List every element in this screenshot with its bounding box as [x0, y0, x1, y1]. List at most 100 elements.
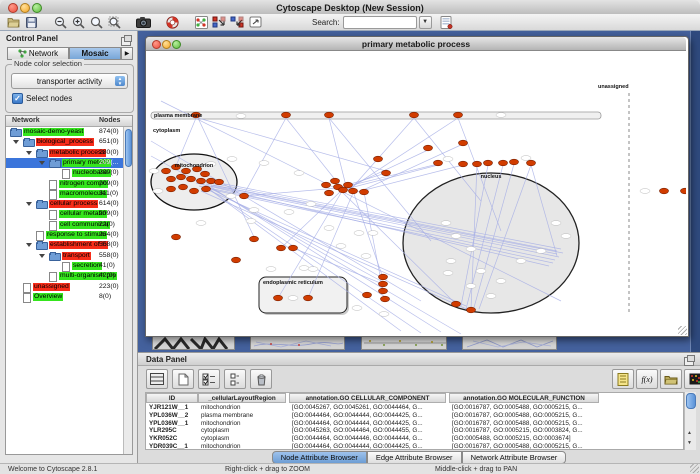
tree-scrollbar-thumb[interactable]	[125, 129, 132, 167]
table-scrollbar[interactable]: ▲ ▼	[684, 392, 696, 450]
help-lifering-icon[interactable]	[165, 15, 180, 29]
new-attribute-icon[interactable]	[172, 369, 194, 389]
graph-node[interactable]	[240, 193, 249, 199]
table-cell[interactable]: [GO:0016787, GO:0005488, GO:0005215, G..…	[452, 404, 598, 412]
background-window-fragment[interactable]	[462, 336, 557, 350]
table-cell[interactable]: [GO:0045263, GO:0044464, GO:0044455, G..…	[292, 427, 445, 435]
graph-node[interactable]	[381, 296, 390, 302]
table-cell[interactable]: YPL036W__2	[149, 412, 197, 420]
attribute-list-icon[interactable]	[612, 369, 634, 389]
graph-node[interactable]	[215, 179, 224, 185]
graph-node[interactable]	[177, 174, 186, 180]
tree-row-mosaic-demo-yeast[interactable]: mosaic-demo-yeast874(0)	[6, 127, 123, 137]
graph-node[interactable]	[197, 178, 206, 184]
table-cell[interactable]: cytoplasm	[201, 435, 285, 443]
background-window-fragment[interactable]	[361, 336, 447, 350]
float-panel-icon[interactable]	[684, 357, 694, 366]
select-nodes-checkbox[interactable]: ✓	[12, 93, 23, 104]
table-cell[interactable]: YDR039C__1	[149, 443, 197, 450]
tree-row-metabolic-process[interactable]: metabolic process280(0)	[6, 148, 123, 158]
graph-node[interactable]	[459, 140, 468, 146]
scroll-down-arrow-icon[interactable]: ▼	[687, 440, 692, 446]
graph-node[interactable]	[331, 178, 340, 184]
graph-node[interactable]	[289, 245, 298, 251]
graph-node[interactable]	[379, 274, 388, 280]
app-resize-grip[interactable]	[690, 464, 699, 473]
tree-row-cellular-process[interactable]: cellular process614(0)	[6, 199, 123, 209]
background-window-fragment[interactable]	[152, 336, 235, 350]
background-window-fragment[interactable]	[250, 336, 345, 350]
save-icon[interactable]	[24, 15, 39, 29]
graph-node[interactable]	[167, 176, 176, 182]
table-cell[interactable]: [GO:0044464, GO:0044444, GO:0044425, G..…	[292, 443, 445, 450]
graph-node[interactable]	[250, 236, 259, 242]
graph-node[interactable]	[379, 281, 388, 287]
window-titlebar[interactable]: Cytoscape Desktop (New Session)	[0, 0, 700, 15]
show-all-icon[interactable]	[230, 15, 245, 29]
graph-node[interactable]	[382, 170, 391, 176]
graph-node[interactable]	[232, 257, 241, 263]
graph-node[interactable]	[325, 190, 334, 196]
graph-node[interactable]	[360, 189, 369, 195]
table-cell[interactable]: YLR295C	[149, 427, 197, 435]
tree-row-primary-metabo[interactable]: primary metabo209(...	[6, 158, 123, 168]
table-cell[interactable]: YKR052C	[149, 435, 197, 443]
expand-arrow-icon[interactable]	[13, 140, 19, 144]
expand-arrow-icon[interactable]	[26, 202, 32, 206]
search-dropdown-arrow-icon[interactable]: ▼	[419, 16, 432, 29]
graph-node[interactable]	[282, 112, 291, 118]
graph-node[interactable]	[510, 159, 519, 165]
tree-header[interactable]: Network Nodes	[6, 116, 132, 127]
formula-builder-icon[interactable]: f(x)	[636, 369, 658, 389]
zoom-fit-icon[interactable]	[107, 15, 122, 29]
graph-node[interactable]	[172, 234, 181, 240]
graph-node[interactable]	[424, 145, 433, 151]
expand-arrow-icon[interactable]	[39, 161, 45, 165]
tree-scrollbar[interactable]	[123, 127, 132, 454]
open-icon[interactable]	[6, 15, 21, 29]
table-cell[interactable]: [GO:0044464, GO:0044444, GO:0044425, G..…	[292, 420, 445, 428]
column-header-region[interactable]: _cellularLayoutRegion	[198, 393, 286, 403]
table-scrollbar-thumb[interactable]	[686, 393, 696, 409]
table-cell[interactable]: [GO:0016787, GO:0005215, GO:0003824, G..…	[452, 427, 598, 435]
graph-node[interactable]	[187, 176, 196, 182]
graph-node[interactable]	[304, 295, 313, 301]
zoom-out-icon[interactable]	[53, 15, 68, 29]
data-panel-header[interactable]: Data Panel	[138, 353, 700, 366]
column-header-cellular-component[interactable]: annotation.GO CELLULAR_COMPONENT	[289, 393, 446, 403]
node-color-combo[interactable]: transporter activity ▲▼	[11, 73, 128, 89]
graph-node[interactable]	[473, 161, 482, 167]
graph-node[interactable]	[452, 301, 461, 307]
attribute-table[interactable]: ID_cellularLayoutRegionannotation.GO CEL…	[145, 392, 684, 450]
table-cell[interactable]: [GO:0045267, GO:0045261, GO:0044464, G..…	[292, 404, 445, 412]
select-attributes-icon[interactable]	[198, 369, 220, 389]
annotation-icon[interactable]	[248, 15, 263, 29]
tree-row-transport[interactable]: transport558(0)	[6, 251, 123, 261]
graph-node[interactable]	[274, 295, 283, 301]
import-table-icon[interactable]	[439, 15, 454, 29]
attribute-batch-icon[interactable]	[224, 369, 246, 389]
table-cell[interactable]: mitochondrion	[201, 420, 285, 428]
vizmapper-icon[interactable]	[194, 15, 209, 29]
column-header-id[interactable]: ID	[146, 393, 198, 403]
delete-attribute-trash-icon[interactable]	[250, 369, 272, 389]
table-cell[interactable]: [GO:0016787, GO:0005488, GO:0005215, G..…	[452, 443, 598, 450]
import-attributes-folder-icon[interactable]	[660, 369, 682, 389]
expand-arrow-icon[interactable]	[26, 243, 32, 247]
graph-node[interactable]	[162, 168, 171, 174]
table-cell[interactable]: [GO:0005488, GO:0005215, GO:0003674]	[452, 435, 598, 443]
table-cell[interactable]: plasma membrane	[201, 412, 285, 420]
scroll-up-arrow-icon[interactable]: ▲	[687, 430, 692, 436]
graph-node[interactable]	[277, 245, 286, 251]
graph-node[interactable]	[484, 160, 493, 166]
graph-node[interactable]	[207, 178, 216, 184]
hide-selected-icon[interactable]	[212, 15, 227, 29]
graph-node[interactable]	[190, 188, 199, 194]
network-canvas[interactable]: plasma membranecytoplasmmitochondrionnuc…	[146, 51, 686, 335]
network-graph[interactable]: plasma membranecytoplasmmitochondrionnuc…	[146, 51, 686, 335]
graph-node[interactable]	[167, 186, 176, 192]
graph-node[interactable]	[660, 188, 669, 194]
search-input[interactable]	[343, 16, 417, 29]
table-cell[interactable]: mitochondrion	[201, 443, 285, 450]
zoom-selected-icon[interactable]	[89, 15, 104, 29]
